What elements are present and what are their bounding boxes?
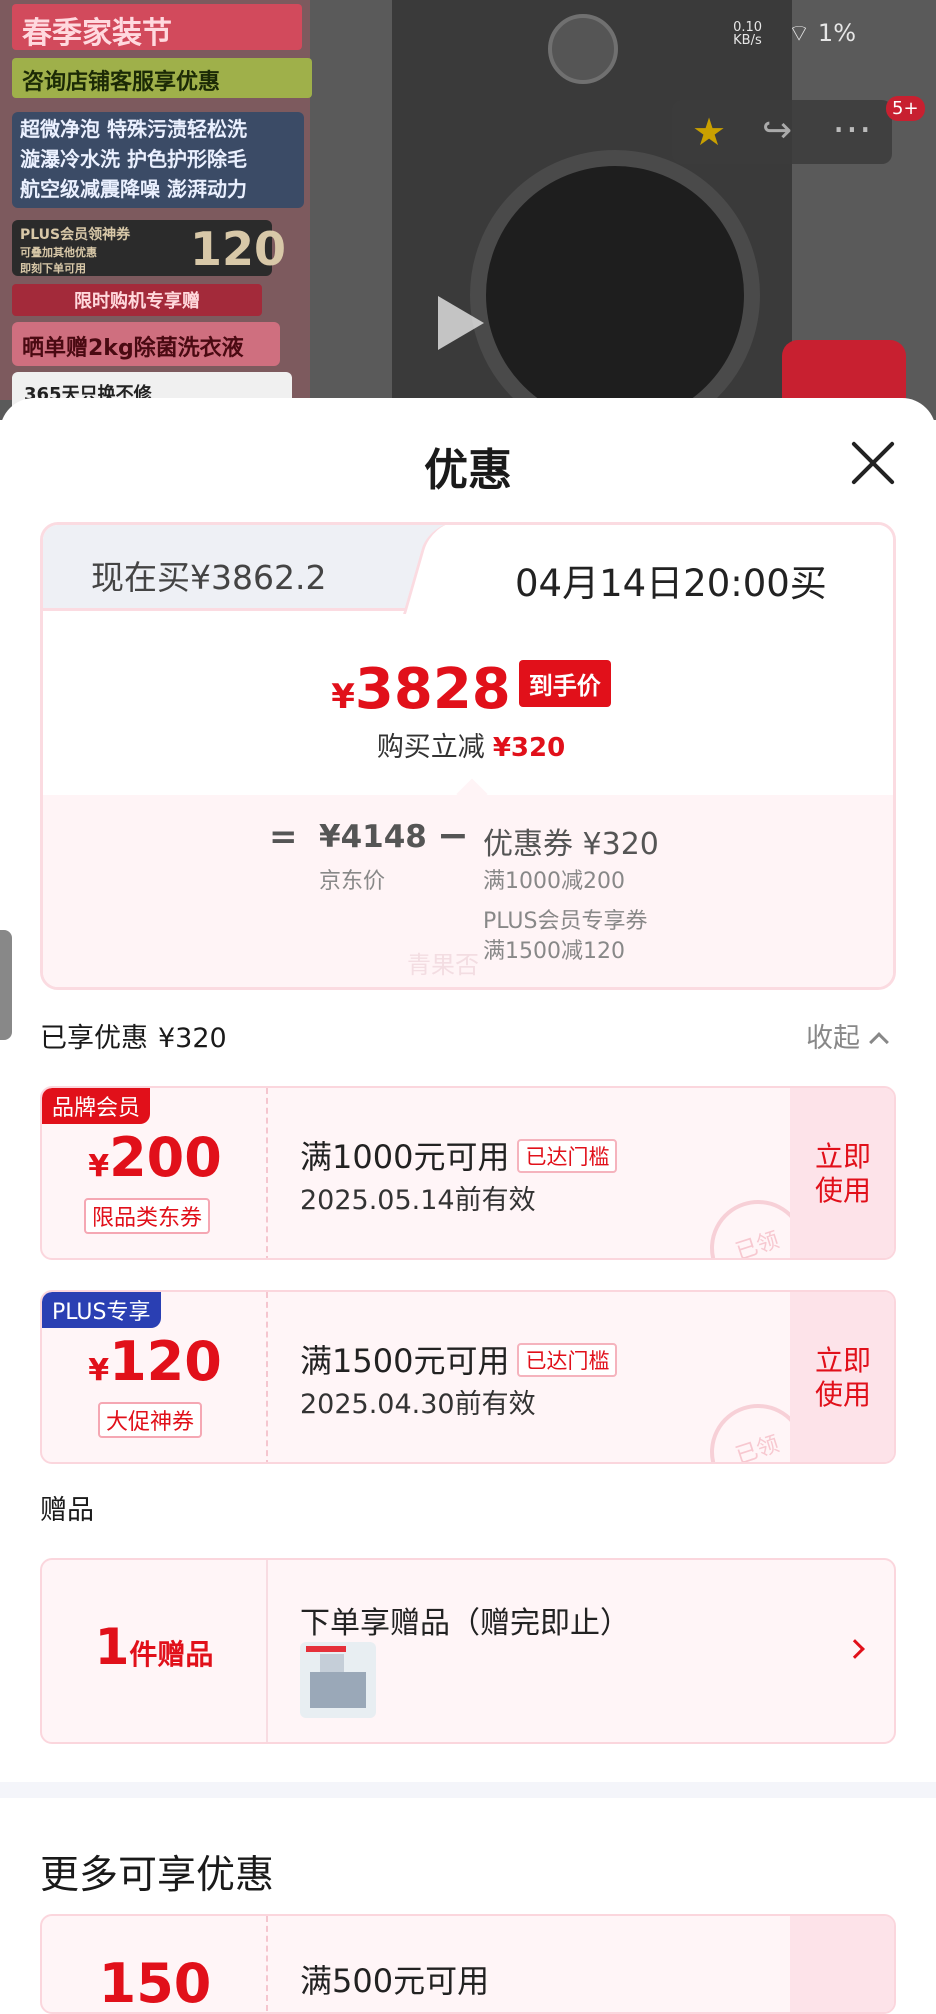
banner-plus-coupon: PLUS会员领神券 可叠加其他优惠 即刻下单可用 120 <box>12 220 286 276</box>
sheet-title: 优惠 <box>424 445 512 496</box>
instant-discount-amount: ¥320 <box>492 733 566 763</box>
watermark: 青果否 <box>407 951 479 979</box>
final-price: ¥3828 到手价 <box>43 657 893 722</box>
final-price-value: 3828 <box>354 657 511 722</box>
final-price-yen: ¥ <box>331 677 355 717</box>
banner-features: 超微净泡 特殊污渍轻松洗 漩瀑冷水洗 护色护形除毛 航空级减震降噪 澎湃动力 <box>12 112 304 208</box>
favorite-star-icon[interactable]: ★ <box>692 110 726 154</box>
plus-amount: 120 <box>190 222 287 276</box>
chevron-right-icon <box>845 1639 865 1659</box>
feature-3: 航空级减震降噪 澎湃动力 <box>20 177 247 201</box>
collapse-label: 收起 <box>806 1023 860 1054</box>
coupon-condition: 满1000元可用 已达门槛 <box>300 1132 618 1178</box>
coupon-validity: 2025.05.14前有效 <box>300 1185 536 1216</box>
more-discounts-header: 更多可享优惠 <box>40 1853 275 1898</box>
battery-level: 1% <box>817 19 856 47</box>
use-now-button[interactable]: 立即使用 <box>790 1292 894 1462</box>
coupon-line-2: PLUS会员专享券 <box>483 909 648 934</box>
enjoyed-discount: 已享优惠 ¥320 <box>40 1016 227 1055</box>
share-icon[interactable]: ↪ <box>762 110 792 151</box>
coupon-total: 优惠券 ¥320 <box>483 827 659 862</box>
feature-1: 超微净泡 特殊污渍轻松洗 <box>20 117 247 141</box>
threshold-reached-badge: 已达门槛 <box>517 1343 618 1377</box>
threshold-reached-badge: 已达门槛 <box>517 1139 618 1173</box>
jd-price-label: 京东价 <box>319 869 386 894</box>
close-icon[interactable] <box>848 438 898 488</box>
promo-banner: 春季家装节 咨询店铺客服享优惠 超微净泡 特殊污渍轻松洗 漩瀑冷水洗 护色护形除… <box>0 0 312 412</box>
instant-discount-label: 购买立减 <box>376 732 485 763</box>
coupon-amount: 150 <box>98 1952 212 2014</box>
enjoyed-label: 已享优惠 <box>40 1023 148 1054</box>
price-card: 现在买¥3862.2 04月14日20:00买 ¥3828 到手价 购买立减 ¥32… <box>40 522 896 990</box>
minus-sign: − <box>437 813 469 857</box>
use-now-button[interactable] <box>790 1916 894 2012</box>
tab-buy-later[interactable]: 04月14日20:00买 <box>515 553 827 607</box>
chevron-up-icon <box>869 1032 889 1052</box>
tab-buy-now[interactable]: 现在买¥3862.2 <box>43 525 443 611</box>
coupon-line-1: 满1000减200 <box>483 869 625 894</box>
status-bar: 0.10 KB/s ⌔ 1% <box>733 18 856 48</box>
banner-gift-tag: 限时购机专享赠 <box>12 284 262 316</box>
banner-consult: 咨询店铺客服享优惠 <box>12 58 312 98</box>
coupon-card: PLUS专享 ¥120 大促神券 满1500元可用 已达门槛 2025.04.30… <box>40 1290 896 1464</box>
instant-discount: 购买立减 ¥320 <box>43 725 893 764</box>
coupon-type: 限品类东券 <box>84 1198 211 1234</box>
message-count-badge: 5+ <box>886 96 925 121</box>
coupon-amount: ¥200 <box>88 1126 222 1189</box>
gift-count-unit: 件赠品 <box>129 1638 214 1671</box>
coupon-amount: ¥120 <box>88 1330 222 1393</box>
banner-gift-text: 晒单赠2kg除菌洗衣液 <box>12 322 280 366</box>
coupon-line-3: 满1500减120 <box>483 939 625 964</box>
gift-count-number: 1 <box>94 1618 130 1676</box>
gift-card[interactable]: 1件赠品 下单享赠品（赠完即止） <box>40 1558 896 1744</box>
wifi-icon: ⌔ <box>787 19 811 47</box>
gift-header: 赠品 <box>40 1495 94 1526</box>
product-media: 春季家装节 咨询店铺客服享优惠 超微净泡 特殊污渍轻松洗 漩瀑冷水洗 护色护形除… <box>0 0 936 420</box>
coupon-condition: 满1500元可用 已达门槛 <box>300 1336 618 1382</box>
equals-sign: = <box>269 817 298 857</box>
washer-drum <box>470 150 760 420</box>
more-icon[interactable]: ⋯ <box>832 106 872 152</box>
final-price-tag: 到手价 <box>518 660 611 707</box>
gift-count: 1件赠品 <box>42 1560 268 1742</box>
coupon-tag: PLUS专享 <box>42 1292 161 1328</box>
coupon-left: 品牌会员 ¥200 限品类东券 <box>42 1088 268 1258</box>
play-video-icon[interactable] <box>438 296 484 350</box>
side-handle[interactable] <box>0 930 12 1040</box>
collapse-toggle[interactable]: 收起 <box>806 1016 889 1055</box>
coupon-tag: 品牌会员 <box>42 1088 151 1124</box>
coupon-validity: 2025.04.30前有效 <box>300 1389 536 1420</box>
gift-title: 下单享赠品（赠完即止） <box>300 1606 630 1641</box>
section-divider <box>0 1782 936 1798</box>
coupon-left: 150 <box>42 1916 268 2014</box>
enjoyed-amount: ¥320 <box>158 1023 227 1054</box>
top-action-bar: ★ ↪ ⋯ <box>672 100 892 164</box>
jd-price: ¥4148 <box>319 819 427 855</box>
coupon-condition: 满500元可用 <box>300 1962 490 2000</box>
use-now-button[interactable]: 立即使用 <box>790 1088 894 1258</box>
coupon-card-partial: 150 满500元可用 <box>40 1914 896 2014</box>
tab-buy-now-label: 现在买¥3862.2 <box>91 558 327 597</box>
washer-knob <box>548 14 618 84</box>
coupon-type: 大促神券 <box>98 1402 203 1438</box>
coupon-card: 品牌会员 ¥200 限品类东券 满1000元可用 已达门槛 2025.05.14前… <box>40 1086 896 1260</box>
network-speed: 0.10 KB/s <box>733 20 763 48</box>
gift-thumbnail <box>300 1642 376 1718</box>
banner-title: 春季家装节 <box>12 4 302 51</box>
feature-2: 漩瀑冷水洗 护色护形除毛 <box>20 147 247 171</box>
discount-sheet: 优惠 现在买¥3862.2 04月14日20:00买 ¥3828 到手价 购买立减… <box>0 398 936 2014</box>
coupon-left: PLUS专享 ¥120 大促神券 <box>42 1292 268 1462</box>
price-breakdown: = ¥4148 京东价 − 优惠券 ¥320 满1000减200 PLUS会员专… <box>43 795 893 987</box>
